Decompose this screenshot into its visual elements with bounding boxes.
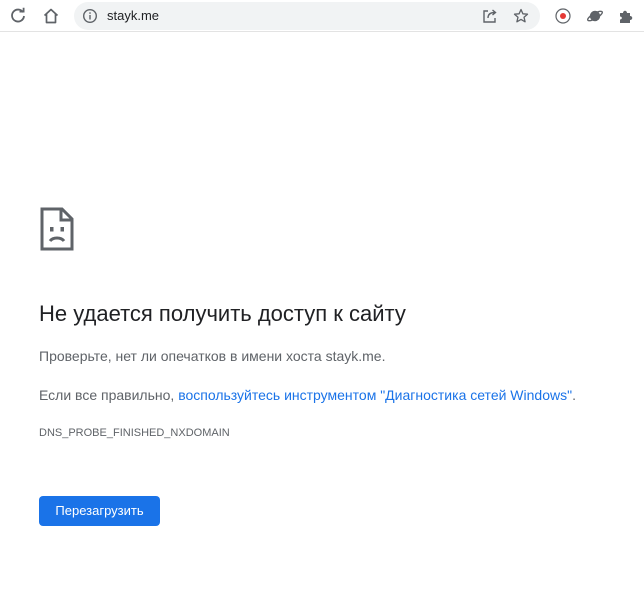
- share-icon[interactable]: [480, 6, 500, 26]
- address-bar-url[interactable]: stayk.me: [107, 8, 159, 24]
- suggestion-prefix: Если все правильно,: [39, 387, 179, 403]
- record-icon[interactable]: [551, 4, 575, 28]
- reload-icon[interactable]: [6, 4, 30, 28]
- star-icon[interactable]: [511, 6, 531, 26]
- info-icon[interactable]: [82, 8, 98, 24]
- planet-icon[interactable]: [583, 4, 607, 28]
- error-hint: Проверьте, нет ли опечатков в имени хост…: [39, 348, 386, 364]
- diagnostics-link[interactable]: воспользуйтесь инструментом "Диагностика…: [178, 387, 572, 403]
- home-icon[interactable]: [39, 4, 63, 28]
- address-bar[interactable]: stayk.me: [74, 2, 540, 30]
- sad-page-icon: [39, 207, 75, 251]
- suggestion-suffix: .: [572, 387, 576, 403]
- reload-button[interactable]: Перезагрузить: [39, 496, 160, 526]
- puzzle-icon[interactable]: [614, 4, 638, 28]
- error-code: DNS_PROBE_FINISHED_NXDOMAIN: [39, 427, 230, 439]
- browser-toolbar: stayk.me: [0, 0, 644, 32]
- error-suggestion: Если все правильно, воспользуйтесь инстр…: [39, 385, 576, 405]
- error-title: Не удается получить доступ к сайту: [39, 301, 406, 326]
